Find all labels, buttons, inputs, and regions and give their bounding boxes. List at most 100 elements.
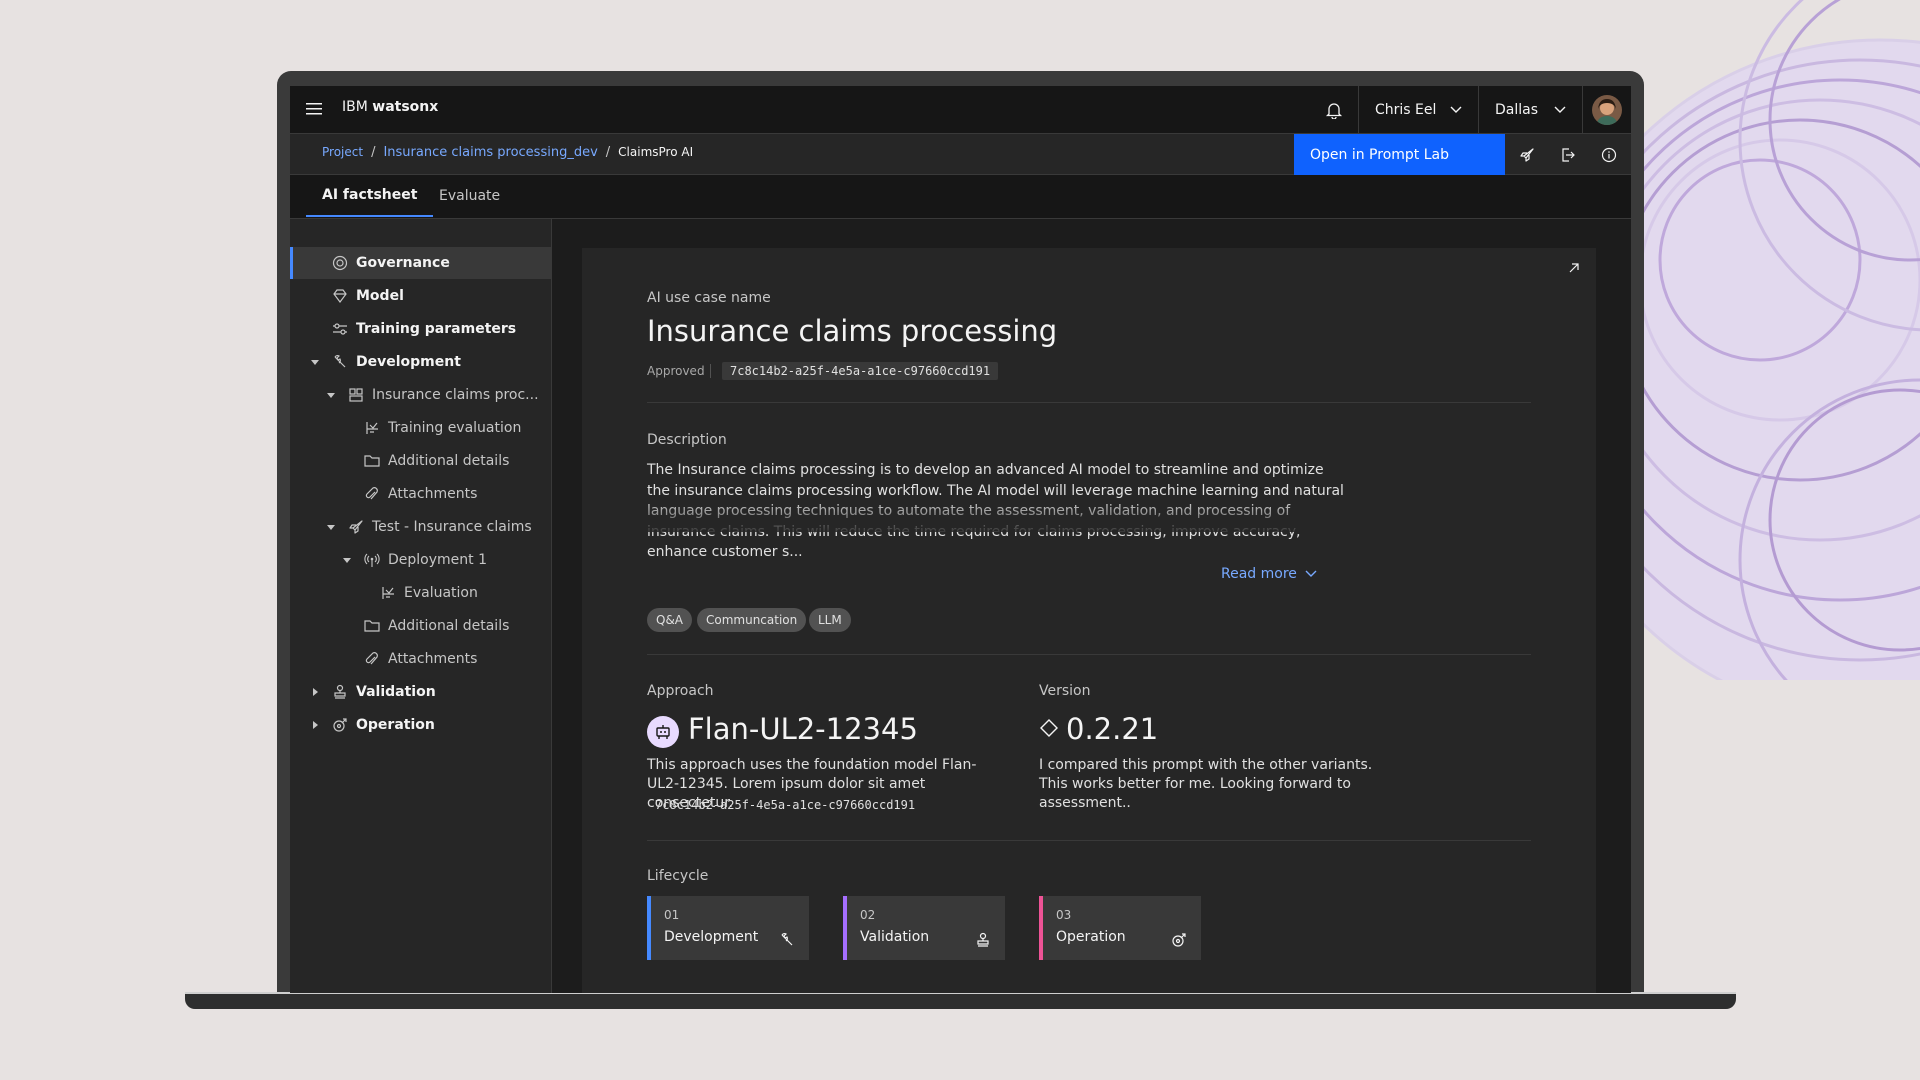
breadcrumb-dev-link[interactable]: Insurance claims processing_dev bbox=[383, 145, 597, 160]
sidebar-item-label: Evaluation bbox=[404, 585, 478, 601]
info-button[interactable] bbox=[1588, 134, 1629, 175]
breadcrumb-current: ClaimsPro AI bbox=[618, 145, 694, 159]
grid-icon bbox=[349, 388, 363, 402]
chevron-down-icon bbox=[1554, 106, 1566, 113]
sidebar-item-label: Development bbox=[356, 354, 461, 370]
caret-down-icon[interactable] bbox=[326, 522, 336, 532]
avatar bbox=[1592, 94, 1622, 125]
chevron-down-icon bbox=[1450, 106, 1462, 113]
page-tabs: AI factsheet Evaluate bbox=[290, 175, 1631, 219]
breadcrumb-bar: Project / Insurance claims processing_de… bbox=[290, 134, 1631, 175]
sidebar-item-label: Training parameters bbox=[356, 321, 517, 337]
sidebar-item-label: Attachments bbox=[388, 486, 478, 502]
rocket-icon bbox=[349, 520, 363, 534]
sidebar-item-label: Attachments bbox=[388, 651, 478, 667]
sidebar-item-additional-details[interactable]: Additional details bbox=[290, 610, 551, 642]
sidebar-item-label: Validation bbox=[356, 684, 436, 700]
chart-evaluation-icon bbox=[366, 422, 378, 434]
tab-evaluate[interactable]: Evaluate bbox=[423, 175, 516, 217]
sidebar-item-training-parameters[interactable]: Training parameters bbox=[290, 313, 551, 345]
sidebar-item-validation[interactable]: Validation bbox=[290, 676, 551, 708]
use-case-label: AI use case name bbox=[647, 290, 771, 306]
sidebar-item-additional-details[interactable]: Additional details bbox=[290, 445, 551, 477]
wrench-icon bbox=[334, 355, 346, 368]
folder-icon bbox=[364, 455, 380, 467]
description-label: Description bbox=[647, 432, 727, 448]
avatar-button[interactable] bbox=[1582, 86, 1631, 133]
top-header: IBM watsonx Chris Eel Dallas bbox=[290, 86, 1631, 134]
deploy-button[interactable] bbox=[1506, 134, 1547, 175]
divider bbox=[710, 364, 711, 378]
caret-right-icon[interactable] bbox=[310, 687, 320, 697]
sidebar-item-training-evaluation[interactable]: Training evaluation bbox=[290, 412, 551, 444]
approach-avatar bbox=[647, 716, 679, 748]
operation-icon bbox=[333, 718, 347, 732]
sidebar-item-deployment-1[interactable]: Deployment 1 bbox=[290, 544, 551, 576]
caret-down-icon[interactable] bbox=[342, 555, 352, 565]
hamburger-menu-icon[interactable] bbox=[306, 101, 324, 117]
chart-evaluation-icon bbox=[382, 587, 394, 599]
sidebar-item-test-insurance-claims[interactable]: Test - Insurance claims bbox=[290, 511, 551, 543]
version-label: Version bbox=[1039, 683, 1091, 699]
info-icon bbox=[1601, 147, 1616, 162]
sidebar-item-model[interactable]: Model bbox=[290, 280, 551, 312]
sidebar-item-attachments[interactable]: Attachments bbox=[290, 643, 551, 675]
factsheet-card: AI use case name Insurance claims proces… bbox=[582, 248, 1596, 993]
sidebar-item-label: Training evaluation bbox=[388, 420, 522, 436]
caret-down-icon[interactable] bbox=[310, 357, 320, 367]
sidebar-item-label: Deployment 1 bbox=[388, 552, 487, 568]
sidebar-item-development[interactable]: Development bbox=[290, 346, 551, 378]
lifecycle-stage-validation[interactable]: 02 Validation bbox=[843, 896, 1005, 960]
user-menu[interactable]: Chris Eel bbox=[1358, 86, 1478, 133]
app-screen: IBM watsonx Chris Eel Dallas Project / I… bbox=[290, 86, 1631, 993]
version-diamond-icon bbox=[1040, 719, 1058, 737]
folder-icon bbox=[364, 620, 380, 632]
sidebar-item-insurance-claims-proc[interactable]: Insurance claims proc... bbox=[290, 379, 551, 411]
sidebar-item-label: Model bbox=[356, 288, 404, 304]
sidebar-item-label: Additional details bbox=[388, 618, 510, 634]
version-note: I compared this prompt with the other va… bbox=[1039, 757, 1373, 811]
governance-icon bbox=[332, 255, 348, 271]
caret-right-icon[interactable] bbox=[310, 720, 320, 730]
sliders-icon bbox=[333, 323, 347, 335]
laptop-base bbox=[185, 994, 1736, 1009]
description-fade bbox=[647, 498, 1357, 532]
lifecycle-stage-development[interactable]: 01 Development bbox=[647, 896, 809, 960]
sidebar-item-operation[interactable]: Operation bbox=[290, 709, 551, 741]
sidebar-item-attachments[interactable]: Attachments bbox=[290, 478, 551, 510]
divider bbox=[647, 840, 1531, 841]
divider bbox=[647, 402, 1531, 403]
approach-id: 7c8c14b2-a25f-4e5a-a1ce-c97660ccd191 bbox=[655, 798, 916, 812]
stage-number: 03 bbox=[1056, 908, 1072, 922]
antenna-icon bbox=[364, 553, 380, 567]
expand-arrow-icon[interactable] bbox=[1566, 260, 1582, 276]
tab-ai-factsheet[interactable]: AI factsheet bbox=[306, 175, 434, 217]
export-icon bbox=[1561, 147, 1575, 162]
wrench-icon bbox=[781, 933, 793, 946]
breadcrumb-project-link[interactable]: Project bbox=[322, 145, 363, 159]
breadcrumb-separator: / bbox=[371, 145, 376, 160]
bell-icon bbox=[1325, 102, 1343, 119]
caret-down-icon[interactable] bbox=[326, 390, 336, 400]
sidebar-item-label: Test - Insurance claims bbox=[372, 519, 532, 535]
divider bbox=[647, 654, 1531, 655]
sidebar-item-governance[interactable]: Governance bbox=[290, 247, 551, 279]
sidebar-item-label: Governance bbox=[356, 255, 450, 271]
stage-name: Operation bbox=[1056, 929, 1126, 945]
export-button[interactable] bbox=[1547, 134, 1588, 175]
product-name[interactable]: IBM watsonx bbox=[342, 99, 438, 115]
use-case-id-tag: 7c8c14b2-a25f-4e5a-a1ce-c97660ccd191 bbox=[722, 362, 999, 380]
brand-prefix: IBM bbox=[342, 99, 368, 115]
stage-name: Development bbox=[664, 929, 759, 945]
sidebar-item-evaluation[interactable]: Evaluation bbox=[290, 577, 551, 609]
tag-pill: Q&A bbox=[647, 608, 693, 632]
read-more-link[interactable]: Read more bbox=[1221, 566, 1317, 582]
tag-pill: LLM bbox=[809, 608, 851, 632]
approach-name: Flan-UL2-12345 bbox=[688, 712, 918, 746]
lifecycle-stage-operation[interactable]: 03 Operation bbox=[1039, 896, 1201, 960]
region-name: Dallas bbox=[1495, 101, 1539, 118]
region-selector[interactable]: Dallas bbox=[1478, 86, 1582, 133]
open-in-prompt-lab-button[interactable]: Open in Prompt Lab bbox=[1294, 134, 1505, 175]
robot-icon bbox=[656, 725, 670, 739]
notifications-button[interactable] bbox=[1310, 86, 1358, 133]
